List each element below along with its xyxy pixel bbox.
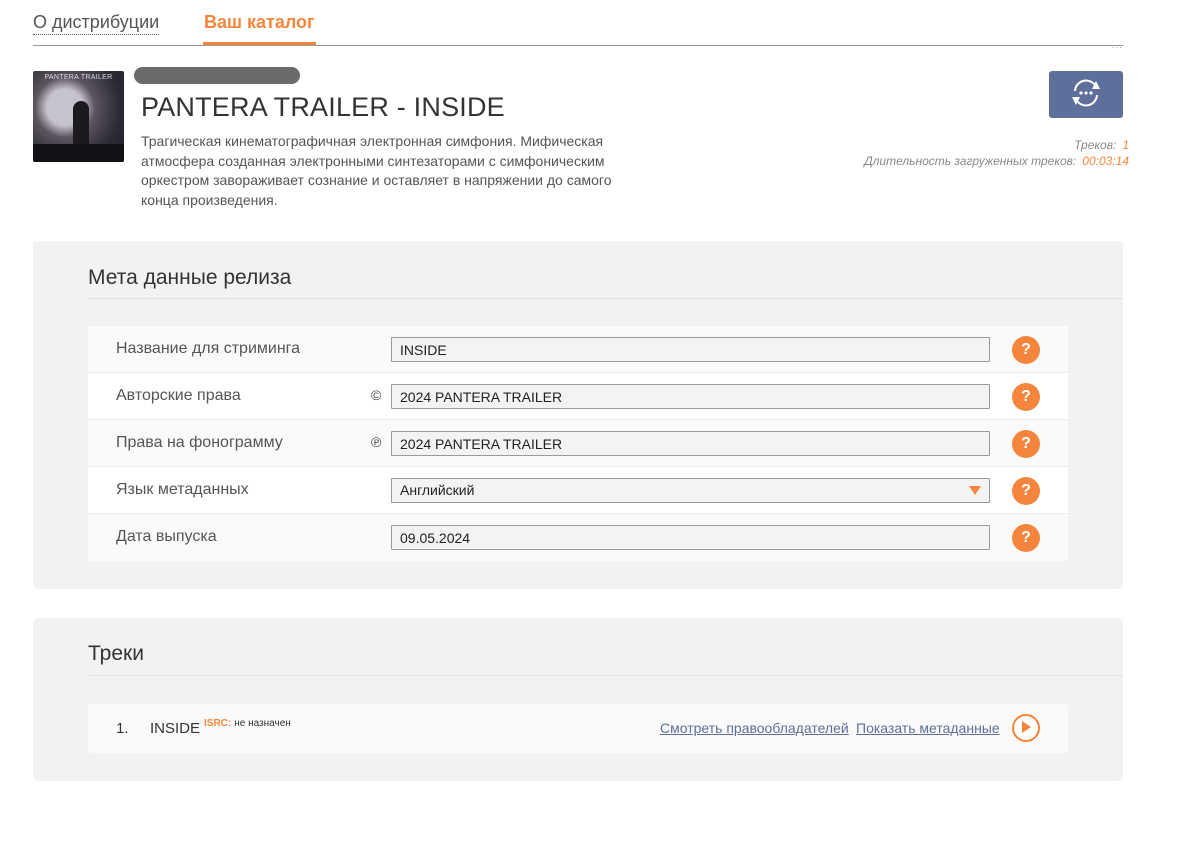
- copyright-label: Авторские права: [116, 387, 241, 404]
- chevron-down-icon[interactable]: [969, 486, 981, 495]
- tracks-count-line: Треков: 1: [1074, 138, 1129, 152]
- tab-your-catalog[interactable]: Ваш каталог: [203, 12, 316, 45]
- metadata-panel-title: Мета данные релиза: [88, 266, 292, 289]
- release-cover-image: PANTERA TRAILER: [33, 71, 124, 162]
- tracks-count-value: 1: [1122, 138, 1129, 152]
- play-track-button[interactable]: [1012, 714, 1040, 742]
- question-icon[interactable]: ?: [1012, 524, 1040, 552]
- divider: [88, 298, 1123, 299]
- divider: [88, 675, 1123, 676]
- question-icon[interactable]: ?: [1012, 430, 1040, 458]
- phonogram-rights-label: Права на фонограмму: [116, 434, 283, 451]
- release-stats: Треков: 1 Длительность загруженных треков…: [864, 137, 1129, 169]
- copyright-symbol-icon: ©: [371, 387, 382, 403]
- track-row: 1. INSIDE ISRC: не назначен Смотреть прав…: [88, 704, 1068, 753]
- metadata-form: Название для стриминга ? Авторские права…: [88, 326, 1068, 561]
- tab-about-distribution[interactable]: О дистрибуции: [33, 12, 160, 45]
- phonogram-symbol-icon: ℗: [371, 434, 382, 450]
- track-name: INSIDE: [150, 720, 201, 737]
- tab-bar: О дистрибуции Ваш каталог ...: [33, 0, 1123, 51]
- phonogram-rights-input[interactable]: [391, 431, 990, 456]
- form-row-streaming-title: Название для стриминга ?: [88, 326, 1068, 373]
- sync-refresh-icon: [1067, 76, 1105, 113]
- tracks-panel: Треки 1. INSIDE ISRC: не назначен Смотрет…: [33, 618, 1123, 781]
- release-date-input[interactable]: [391, 525, 990, 550]
- release-title: PANTERA TRAILER - INSIDE: [141, 92, 505, 122]
- isrc-status: ISRC: не назначен: [204, 718, 291, 729]
- sync-button[interactable]: [1049, 71, 1123, 118]
- form-row-release-date: Дата выпуска ?: [88, 514, 1068, 561]
- metadata-language-select[interactable]: Английский: [391, 478, 990, 503]
- form-row-phonogram-rights: Права на фонограмму ℗ ?: [88, 420, 1068, 467]
- question-icon[interactable]: ?: [1012, 477, 1040, 505]
- streaming-title-input[interactable]: [391, 337, 990, 362]
- tracks-panel-title: Треки: [88, 642, 144, 665]
- question-icon[interactable]: ?: [1012, 336, 1040, 364]
- copyright-input[interactable]: [391, 384, 990, 409]
- question-icon[interactable]: ?: [1012, 383, 1040, 411]
- cover-text: PANTERA TRAILER: [44, 74, 113, 81]
- redacted-artist-name: [134, 67, 300, 84]
- metadata-language-label: Язык метаданных: [116, 481, 249, 498]
- show-metadata-link[interactable]: Показать метаданные: [856, 720, 1000, 736]
- tab-bar-end-dots: ...: [1111, 40, 1123, 51]
- streaming-title-label: Название для стриминга: [116, 340, 301, 357]
- view-rights-holders-link[interactable]: Смотреть правообладателей: [660, 720, 849, 736]
- isrc-value: не назначен: [234, 718, 291, 729]
- cover-ground: [33, 144, 124, 162]
- track-number: 1.: [116, 720, 129, 737]
- form-row-copyright: Авторские права © ?: [88, 373, 1068, 420]
- play-icon: [1020, 720, 1032, 737]
- duration-value: 00:03:14: [1082, 154, 1129, 168]
- release-metadata-panel: Мета данные релиза Название для стриминг…: [33, 241, 1123, 589]
- release-description: Трагическая кинематографичная электронна…: [141, 133, 612, 208]
- release-date-label: Дата выпуска: [116, 528, 217, 545]
- form-row-metadata-language: Язык метаданных Английский ?: [88, 467, 1068, 514]
- isrc-label: ISRC:: [204, 718, 232, 729]
- duration-line: Длительность загруженных треков: 00:03:14: [864, 154, 1129, 168]
